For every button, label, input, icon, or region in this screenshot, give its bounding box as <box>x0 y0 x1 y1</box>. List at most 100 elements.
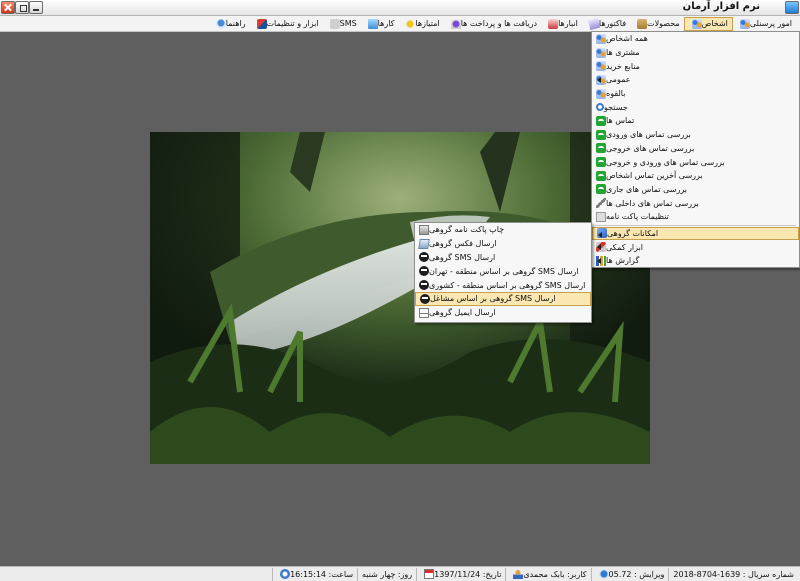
menu-separator <box>595 224 796 226</box>
envelope-icon <box>596 211 606 222</box>
menu-item-in-out-calls[interactable]: بررسی تماس های ورودی و خروجی <box>592 155 799 169</box>
menu-item-envelope-settings[interactable]: تنظیمات پاکت نامه <box>592 210 799 224</box>
menu-label: امتیازها <box>415 19 440 28</box>
menu-help[interactable]: راهنما <box>209 17 250 31</box>
menu-item-label: بررسی تماس های جاری <box>606 184 687 194</box>
menu-item-label: همه اشخاص <box>606 34 648 44</box>
menu-payments[interactable]: دریافت ها و پرداخت ها <box>444 17 541 31</box>
window-title: نرم افزار آرمان <box>682 1 760 12</box>
menu-item-incoming-calls[interactable]: بررسی تماس های ورودی <box>592 128 799 142</box>
menu-item-internal-calls[interactable]: بررسی تماس های داخلی ها <box>592 196 799 210</box>
menu-item-label: ابزار کمکی <box>606 242 644 252</box>
phone-icon <box>596 170 606 181</box>
chat-icon <box>419 252 429 263</box>
chat-icon <box>419 280 429 291</box>
persons-dropdown: همه اشخاص مشتری ها منابع خرید عمومی بالق… <box>591 31 800 268</box>
sms-icon <box>329 18 340 29</box>
menu-item-calls[interactable]: تماس ها <box>592 114 799 128</box>
menu-item-label: بررسی آخرین تماس اشخاص <box>606 171 703 181</box>
menu-sms[interactable]: SMS <box>323 17 361 31</box>
menu-item-label: جستجو <box>604 102 628 112</box>
people-icon <box>596 33 606 44</box>
group-features-submenu: چاپ پاکت نامه گروهی ارسال فکس گروهی ارسا… <box>414 222 592 323</box>
menu-points[interactable]: امتیازها <box>398 17 443 31</box>
people-icon <box>596 61 606 72</box>
warehouse-icon <box>548 18 559 29</box>
menu-item-label: گزارش ها <box>606 256 640 266</box>
menu-item-general[interactable]: عمومی <box>592 73 799 87</box>
menu-item-helper-tools[interactable]: ابزار کمکی <box>592 240 799 254</box>
app-icon <box>785 1 799 14</box>
menu-item-group-fax[interactable]: ارسال فکس گروهی <box>415 237 591 251</box>
menu-item-last-calls[interactable]: بررسی آخرین تماس اشخاص <box>592 169 799 183</box>
menu-personnel[interactable]: امور پرسنلی <box>733 17 796 31</box>
menu-products[interactable]: محصولات <box>630 17 684 31</box>
menu-label: راهنما <box>225 19 246 28</box>
menu-item-label: ارسال SMS گروهی بر اساس منطقه - کشوری <box>429 280 586 290</box>
submenu-arrow-icon <box>598 231 602 238</box>
status-time: ساعت: 16:15:14 <box>272 567 357 581</box>
submenu-arrow-icon <box>597 77 601 84</box>
menu-item-sms-region-tehran[interactable]: ارسال SMS گروهی بر اساس منطقه - تهران <box>415 264 591 278</box>
help-icon <box>215 18 226 29</box>
star-icon <box>405 18 416 29</box>
menu-item-potential[interactable]: بالقوه <box>592 87 799 101</box>
minimize-button[interactable] <box>29 1 43 14</box>
serial-text: شماره سریال : 1639-8704-2018 <box>673 569 794 579</box>
restore-button[interactable] <box>15 1 29 14</box>
chat-icon <box>420 293 430 304</box>
menu-item-label: ارسال SMS گروهی <box>429 252 496 262</box>
phone-icon <box>596 115 606 126</box>
submenu-arrow-icon <box>597 244 601 251</box>
product-icon <box>637 18 648 29</box>
menu-item-current-calls[interactable]: بررسی تماس های جاری <box>592 183 799 197</box>
phone-icon <box>596 184 606 195</box>
day-text: روز: چهار شنبه <box>362 569 413 579</box>
menu-item-print-envelopes[interactable]: چاپ پاکت نامه گروهی <box>415 223 591 237</box>
menu-item-sms-by-occupation[interactable]: ارسال SMS گروهی بر اساس مشاغل <box>415 291 591 306</box>
menu-item-group-sms[interactable]: ارسال SMS گروهی <box>415 251 591 265</box>
menu-item-all-persons[interactable]: همه اشخاص <box>592 32 799 46</box>
menu-label: SMS <box>339 19 357 28</box>
chat-icon <box>419 266 429 277</box>
menu-item-group-features[interactable]: امکانات گروهی <box>592 226 799 241</box>
menu-item-label: بالقوه <box>606 89 626 99</box>
menu-warehouses[interactable]: انبارها <box>541 17 582 31</box>
title-bar: نرم افزار آرمان <box>0 0 800 16</box>
fax-icon <box>418 238 430 249</box>
calendar-icon <box>424 569 435 579</box>
menu-item-label: عمومی <box>606 75 631 85</box>
close-button[interactable] <box>1 1 15 14</box>
people-icon <box>691 18 702 29</box>
menu-item-label: ارسال فکس گروهی <box>429 239 497 249</box>
menu-item-label: ارسال SMS گروهی بر اساس مشاغل <box>430 294 556 304</box>
menu-invoices[interactable]: فاکتورها <box>582 17 630 31</box>
people-icon <box>596 88 606 99</box>
menu-item-label: تماس ها <box>606 116 635 126</box>
clock-icon <box>280 569 291 579</box>
status-date: تاریخ: 1397/11/24 <box>416 567 505 581</box>
menu-label: امور پرسنلی <box>749 19 792 28</box>
menu-item-label: تنظیمات پاکت نامه <box>606 212 669 222</box>
search-icon <box>596 103 604 112</box>
phone-icon <box>596 157 606 168</box>
user-text: کاربر: بابک محمدی <box>523 569 587 579</box>
status-day: روز: چهار شنبه <box>357 567 416 581</box>
menu-item-reports[interactable]: گزارش ها <box>592 254 799 268</box>
pen-icon <box>596 198 606 209</box>
menu-tasks[interactable]: کارها <box>361 17 399 31</box>
date-text: تاریخ: 1397/11/24 <box>434 569 502 579</box>
menu-item-outgoing-calls[interactable]: بررسی تماس های خروجی <box>592 142 799 156</box>
menu-item-search[interactable]: جستجو <box>592 100 799 114</box>
menu-tools-settings[interactable]: ابزار و تنظیمات <box>250 17 323 31</box>
menu-label: اشخاص <box>701 19 728 28</box>
phone-icon <box>596 129 606 140</box>
menu-persons[interactable]: اشخاص <box>683 16 733 31</box>
menu-item-suppliers[interactable]: منابع خرید <box>592 59 799 73</box>
menu-item-group-email[interactable]: ارسال ایمیل گروهی <box>415 306 591 320</box>
cards-icon <box>367 18 378 29</box>
version-text: ویرایش : 05.72 <box>608 569 665 579</box>
menu-item-sms-region-country[interactable]: ارسال SMS گروهی بر اساس منطقه - کشوری <box>415 278 591 292</box>
menu-item-label: بررسی تماس های داخلی ها <box>606 198 699 208</box>
menu-item-customers[interactable]: مشتری ها <box>592 46 799 60</box>
